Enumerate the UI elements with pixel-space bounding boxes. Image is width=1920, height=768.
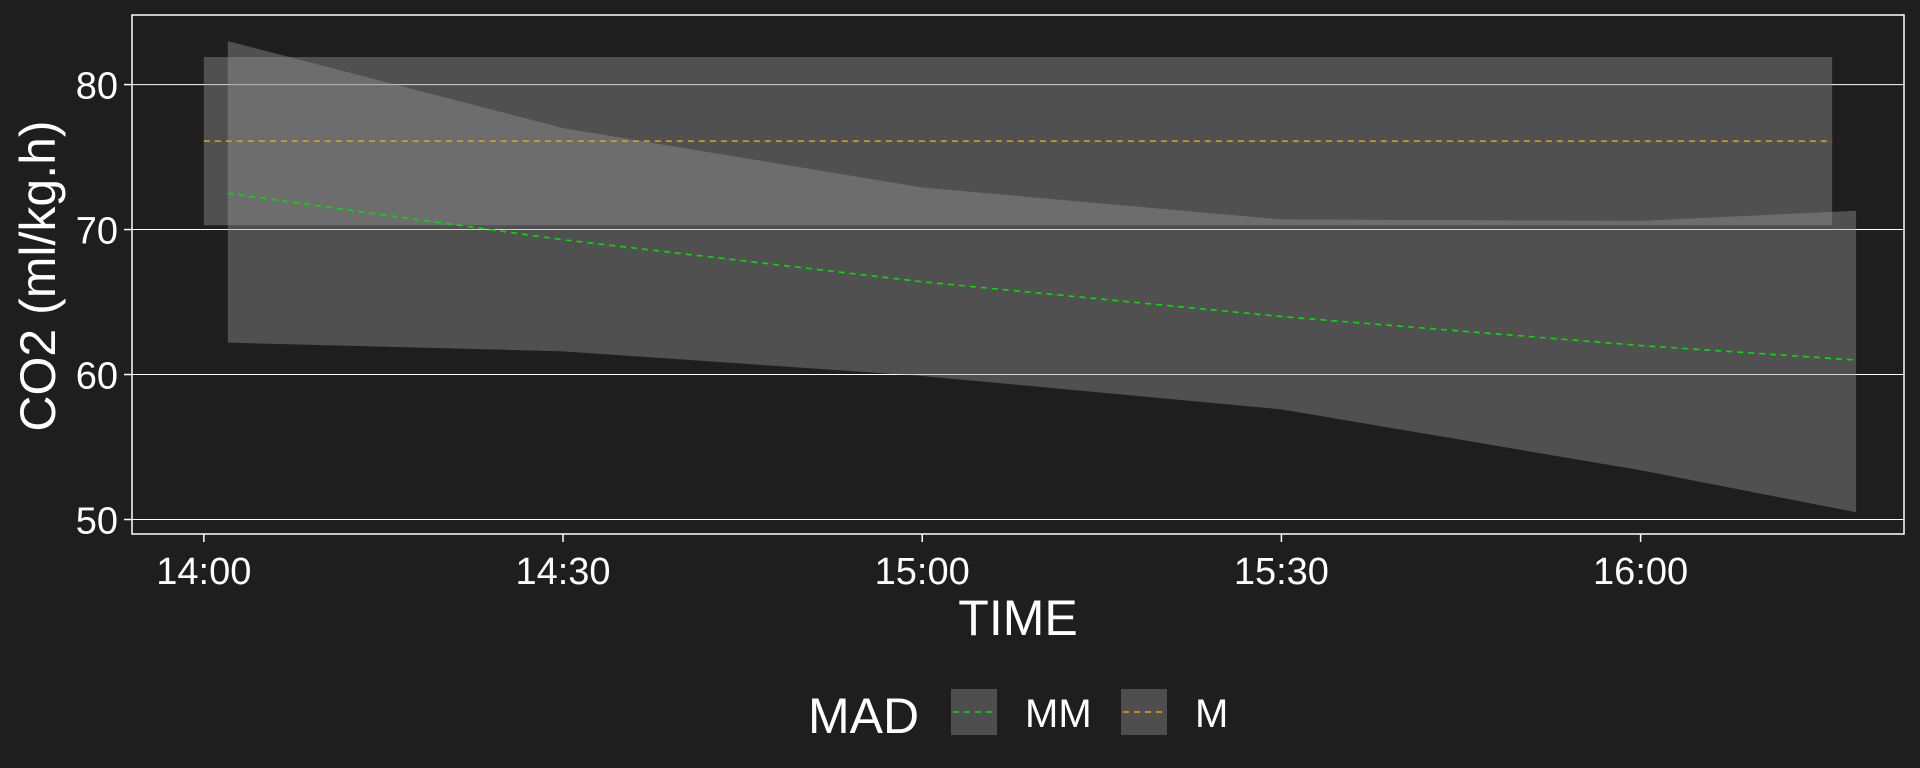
legend-label-m: M [1195,692,1228,736]
y-tick-label: 60 [76,356,118,398]
x-axis-title: TIME [958,590,1077,646]
x-tick-label: 15:30 [1234,551,1329,593]
x-tick-label: 14:30 [515,551,610,593]
legend: MAD MM M [808,688,1228,744]
y-axis-title: CO2 (ml/kg.h) [10,120,66,431]
legend-item-m: M [1121,689,1228,736]
x-axis-ticks: 14:00 14:30 15:00 15:30 16:00 [156,534,1688,593]
co2-chart: 50607080 14:00 14:30 15:00 15:30 16:00 TIME … [10,14,1905,744]
y-axis-ticks: 50 60 70 80 [76,66,132,543]
legend-title: MAD [808,688,919,744]
legend-item-mm: MM [951,689,1092,736]
y-tick-label: 80 [76,66,118,108]
x-tick-label: 16:00 [1593,551,1688,593]
y-tick-label: 70 [76,211,118,253]
x-tick-label: 14:00 [156,551,251,593]
legend-label-mm: MM [1025,692,1092,736]
x-tick-label: 15:00 [875,551,970,593]
y-tick-label: 50 [76,501,118,543]
